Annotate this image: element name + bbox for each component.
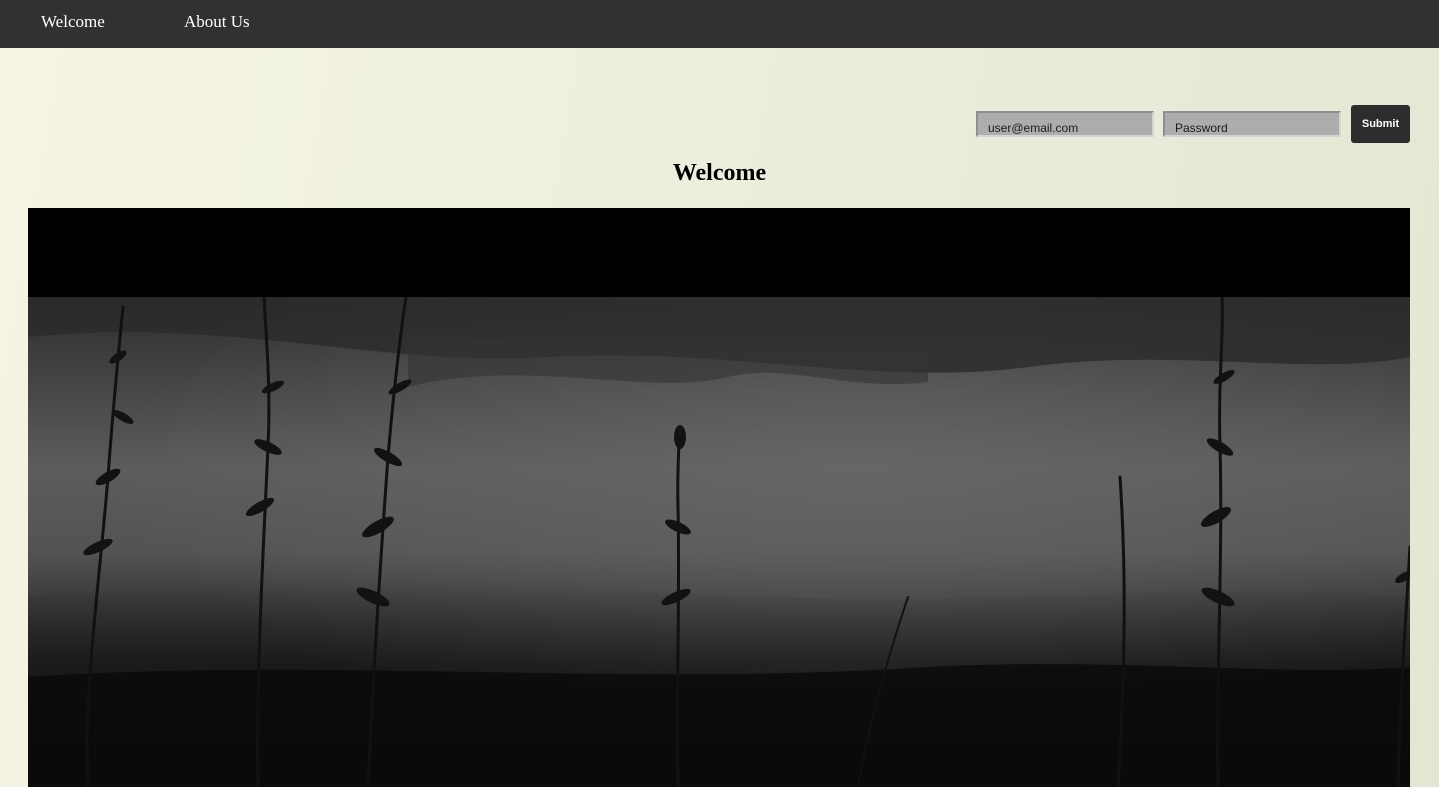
password-input[interactable] <box>1163 111 1341 137</box>
submit-button[interactable]: Submit <box>1351 105 1410 143</box>
video-player[interactable] <box>28 208 1410 787</box>
login-form: Submit <box>976 105 1410 143</box>
nav-link-welcome[interactable]: Welcome <box>41 12 105 32</box>
page-title: Welcome <box>672 160 767 186</box>
nav-link-about-us[interactable]: About Us <box>184 12 250 32</box>
top-navbar: Welcome About Us <box>0 0 1439 48</box>
email-input[interactable] <box>976 111 1154 137</box>
video-frame <box>28 297 1410 787</box>
